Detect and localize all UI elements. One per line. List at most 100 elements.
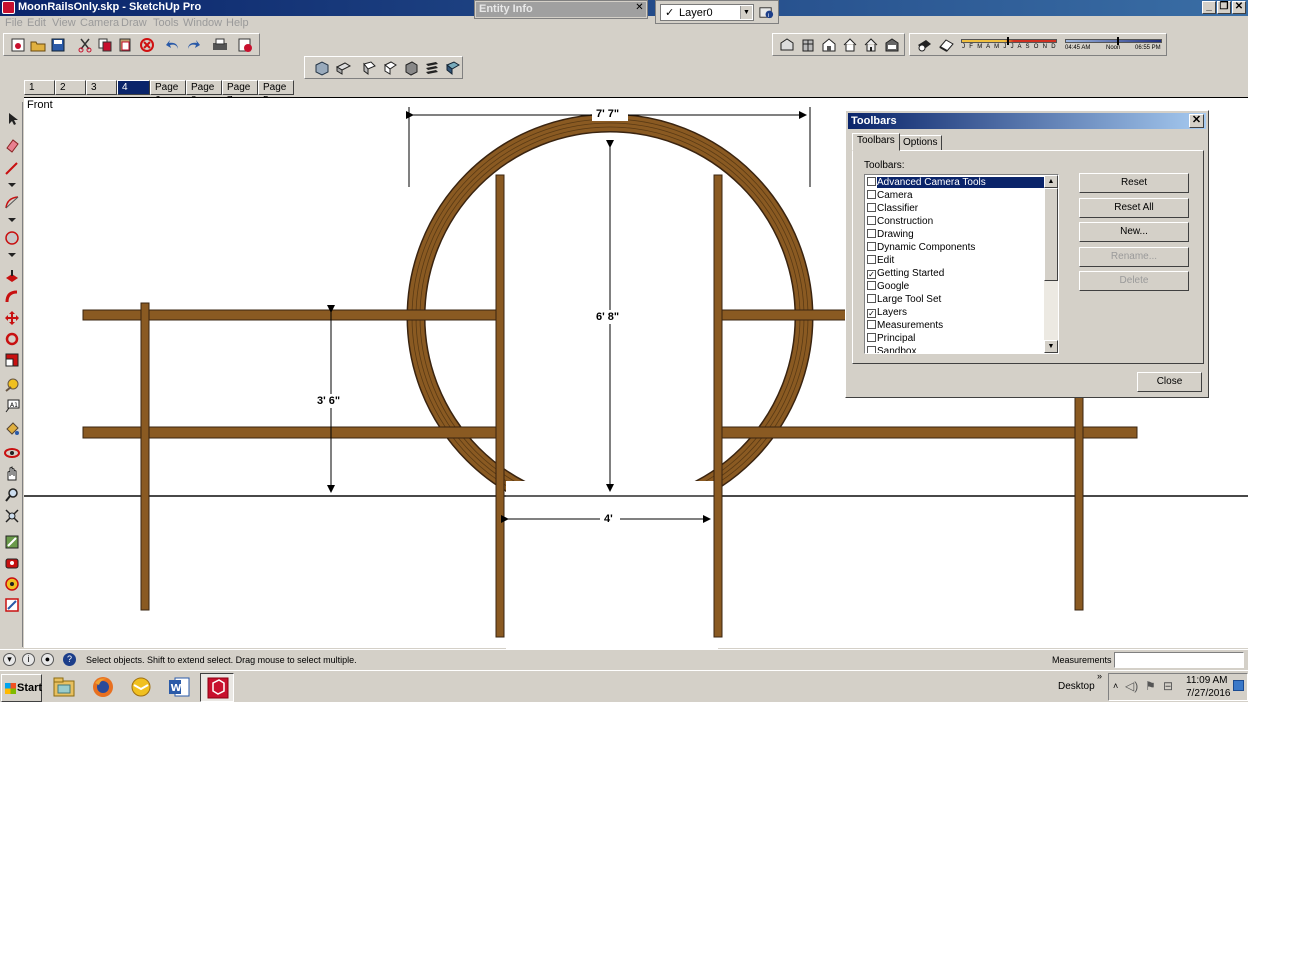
move-tool-icon[interactable] [3,309,21,327]
menu-edit[interactable]: Edit [27,17,46,29]
reset-all-button[interactable]: Reset All [1079,198,1189,218]
toolbar-chevron-icon[interactable]: » [1097,671,1102,681]
geo-location-icon[interactable]: ▾ [3,653,16,666]
menu-view[interactable]: View [52,17,76,29]
menu-window[interactable]: Window [183,17,222,29]
outlook-icon[interactable] [124,673,158,702]
reset-button[interactable]: Reset [1079,173,1189,193]
bottom-view-icon[interactable] [444,59,462,77]
layer-manager-icon[interactable]: i [758,4,775,21]
toolbars-list[interactable]: Advanced Camera Tools Camera Classifier Con… [864,174,1059,354]
left-view-icon[interactable] [423,59,441,77]
toolbars-list-item[interactable]: Measurements [867,319,1043,332]
eraser-tool-icon[interactable] [3,136,21,154]
walk-tool-icon[interactable] [3,554,21,572]
clock-time[interactable]: 11:09 AM [1186,675,1228,686]
toolbars-list-item[interactable]: Construction [867,215,1043,228]
zoom-extents-tool-icon[interactable] [3,507,21,525]
toolbars-list-item[interactable]: Advanced Camera Tools [867,176,1046,189]
menu-file[interactable]: File [5,17,23,29]
right-top-rail[interactable] [713,309,848,321]
layer-select[interactable]: ✓ Layer0 ▼ [660,4,754,21]
month-slider[interactable]: J F M A M J J A S O N D [961,37,1057,53]
section-plane-tool-icon[interactable] [3,596,21,614]
checkbox-icon[interactable] [867,294,876,303]
undo-icon[interactable] [164,36,182,54]
checkbox-icon[interactable] [867,281,876,290]
menu-help[interactable]: Help [226,17,249,29]
checkbox-icon[interactable] [867,177,876,186]
hidden-line-icon[interactable] [841,36,859,54]
scene-tab-page-5[interactable]: Page 5 [258,80,294,106]
scene-tab-page-7[interactable]: Page 7 [222,80,258,106]
redo-icon[interactable] [184,36,202,54]
toolbars-list-item[interactable]: ✓ Layers [867,306,1043,319]
file-explorer-icon[interactable] [47,673,81,702]
word-icon[interactable]: W [162,673,196,702]
circle-tool-icon[interactable] [3,229,21,247]
network-icon[interactable]: ⊟ [1163,679,1173,693]
push-pull-tool-icon[interactable] [3,268,21,286]
right-view-icon[interactable] [381,59,399,77]
list-scrollbar[interactable]: ▲ ▼ [1044,175,1058,353]
toolbars-list-item[interactable]: Google [867,280,1043,293]
entity-info-window[interactable]: Entity Info ✕ [474,0,648,19]
scene-tab-page-8[interactable]: Page 8 [186,80,222,106]
volume-icon[interactable]: ◁) [1125,679,1138,693]
shaded-icon[interactable] [862,36,880,54]
look-around-tool-icon[interactable] [3,575,21,593]
scroll-up-icon[interactable]: ▲ [1044,175,1058,188]
toolbars-list-item[interactable]: Principal [867,332,1043,345]
show-desktop-icon[interactable] [1233,680,1244,691]
toolbars-list-item[interactable]: Dynamic Components [867,241,1043,254]
open-folder-icon[interactable] [29,36,47,54]
credits-icon[interactable]: i [22,653,35,666]
delete-button[interactable]: Delete [1079,271,1189,291]
toolbars-list-item[interactable]: ✓ Getting Started [867,267,1043,280]
menu-tools[interactable]: Tools [153,17,179,29]
user-account-icon[interactable]: ● [41,653,54,666]
post-far-right[interactable] [1074,393,1084,611]
checkbox-icon[interactable] [867,333,876,342]
back-view-icon[interactable] [402,59,420,77]
scale-tool-icon[interactable] [3,351,21,369]
tab-toolbars[interactable]: Toolbars [852,133,900,151]
print-icon[interactable] [211,36,229,54]
clock-date[interactable]: 7/27/2016 [1186,688,1231,699]
arc-tool-icon[interactable] [3,194,21,212]
show-hidden-icons-icon[interactable]: ˄ [1113,681,1118,691]
checkbox-icon[interactable] [867,190,876,199]
cut-icon[interactable] [76,36,94,54]
text-tool-icon[interactable]: A1 [3,397,21,415]
toolbars-list-item[interactable]: Camera [867,189,1043,202]
post-far-left[interactable] [140,302,150,611]
position-camera-tool-icon[interactable] [3,533,21,551]
scroll-thumb[interactable] [1044,188,1058,281]
toolbars-list-item[interactable]: Sandbox [867,345,1043,353]
rotate-tool-icon[interactable] [3,330,21,348]
checkbox-icon[interactable] [867,203,876,212]
scene-tab-2[interactable]: 2 [55,80,86,95]
sketchup-icon[interactable] [200,673,234,702]
checkbox-icon[interactable] [867,255,876,264]
follow-me-tool-icon[interactable] [3,288,21,306]
tab-options[interactable]: Options [898,135,943,151]
measurements-input[interactable] [1114,652,1244,668]
minimize-button[interactable]: _ [1202,1,1216,14]
menu-camera[interactable]: Camera [80,17,119,29]
display-shadows-icon[interactable] [937,36,955,54]
line-tool-icon[interactable] [3,159,21,177]
save-icon[interactable] [49,36,67,54]
checkbox-icon[interactable] [867,216,876,225]
wireframe-icon[interactable] [820,36,838,54]
checkbox-checked-icon[interactable]: ✓ [867,309,876,318]
arc-flyout-chevron-icon[interactable] [3,211,21,229]
toolbars-list-item[interactable]: Edit [867,254,1043,267]
close-button[interactable]: Close [1137,372,1202,392]
new-file-icon[interactable] [9,36,27,54]
shadow-settings-icon[interactable] [915,36,933,54]
checkbox-icon[interactable] [867,242,876,251]
orbit-tool-icon[interactable] [3,444,21,462]
menu-draw[interactable]: Draw [121,17,147,29]
firefox-icon[interactable] [86,673,120,702]
